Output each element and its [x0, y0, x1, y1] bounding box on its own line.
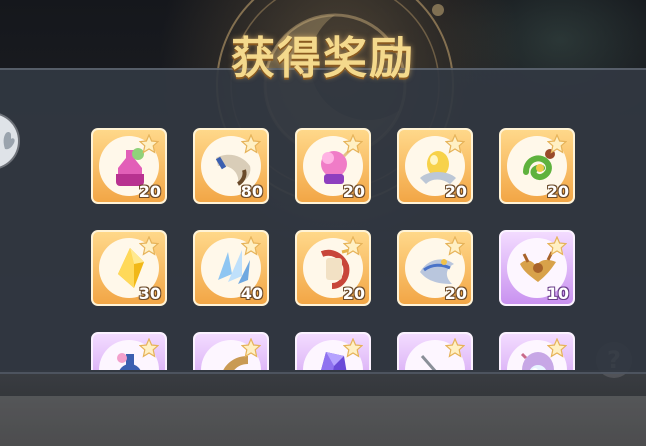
star-badge-icon — [241, 134, 261, 154]
reward-item[interactable]: 20 — [397, 128, 473, 204]
dialog-title: 获得奖励 — [231, 33, 415, 84]
reward-item[interactable] — [193, 332, 269, 370]
reward-item[interactable] — [499, 332, 575, 370]
reward-item[interactable]: 20 — [91, 128, 167, 204]
reward-item[interactable] — [91, 332, 167, 370]
item-quantity: 20 — [138, 182, 161, 201]
star-badge-icon — [343, 236, 363, 256]
reward-item[interactable]: 30 — [91, 230, 167, 306]
star-badge-icon — [445, 338, 465, 358]
star-badge-icon — [139, 338, 159, 358]
item-quantity: 40 — [240, 284, 263, 303]
item-quantity: 20 — [546, 182, 569, 201]
item-quantity: 80 — [240, 182, 263, 201]
star-badge-icon — [547, 134, 567, 154]
item-quantity: 20 — [342, 284, 365, 303]
reward-item[interactable]: 10 — [499, 230, 575, 306]
reward-item[interactable]: 20 — [295, 230, 371, 306]
reward-grid: 20 80 20 20 20 30 40 20 20 10 — [60, 120, 600, 370]
background-menu-bar — [0, 370, 646, 446]
item-quantity: 10 — [546, 284, 569, 303]
reward-item[interactable]: 20 — [397, 230, 473, 306]
reward-item[interactable]: 80 — [193, 128, 269, 204]
reward-item[interactable]: 20 — [295, 128, 371, 204]
star-badge-icon — [139, 134, 159, 154]
item-quantity: 20 — [444, 182, 467, 201]
star-badge-icon — [241, 236, 261, 256]
star-badge-icon — [547, 236, 567, 256]
star-badge-icon — [343, 134, 363, 154]
background-strip — [0, 396, 646, 446]
reward-item[interactable]: 20 — [499, 128, 575, 204]
item-quantity: 20 — [342, 182, 365, 201]
star-badge-icon — [139, 236, 159, 256]
star-badge-icon — [241, 338, 261, 358]
hand-icon — [3, 131, 15, 150]
star-badge-icon — [445, 134, 465, 154]
item-quantity: 30 — [138, 284, 161, 303]
star-badge-icon — [343, 338, 363, 358]
reward-item[interactable]: 40 — [193, 230, 269, 306]
item-quantity: 20 — [444, 284, 467, 303]
reward-item[interactable] — [397, 332, 473, 370]
star-badge-icon — [445, 236, 465, 256]
reward-item[interactable] — [295, 332, 371, 370]
star-badge-icon — [547, 338, 567, 358]
